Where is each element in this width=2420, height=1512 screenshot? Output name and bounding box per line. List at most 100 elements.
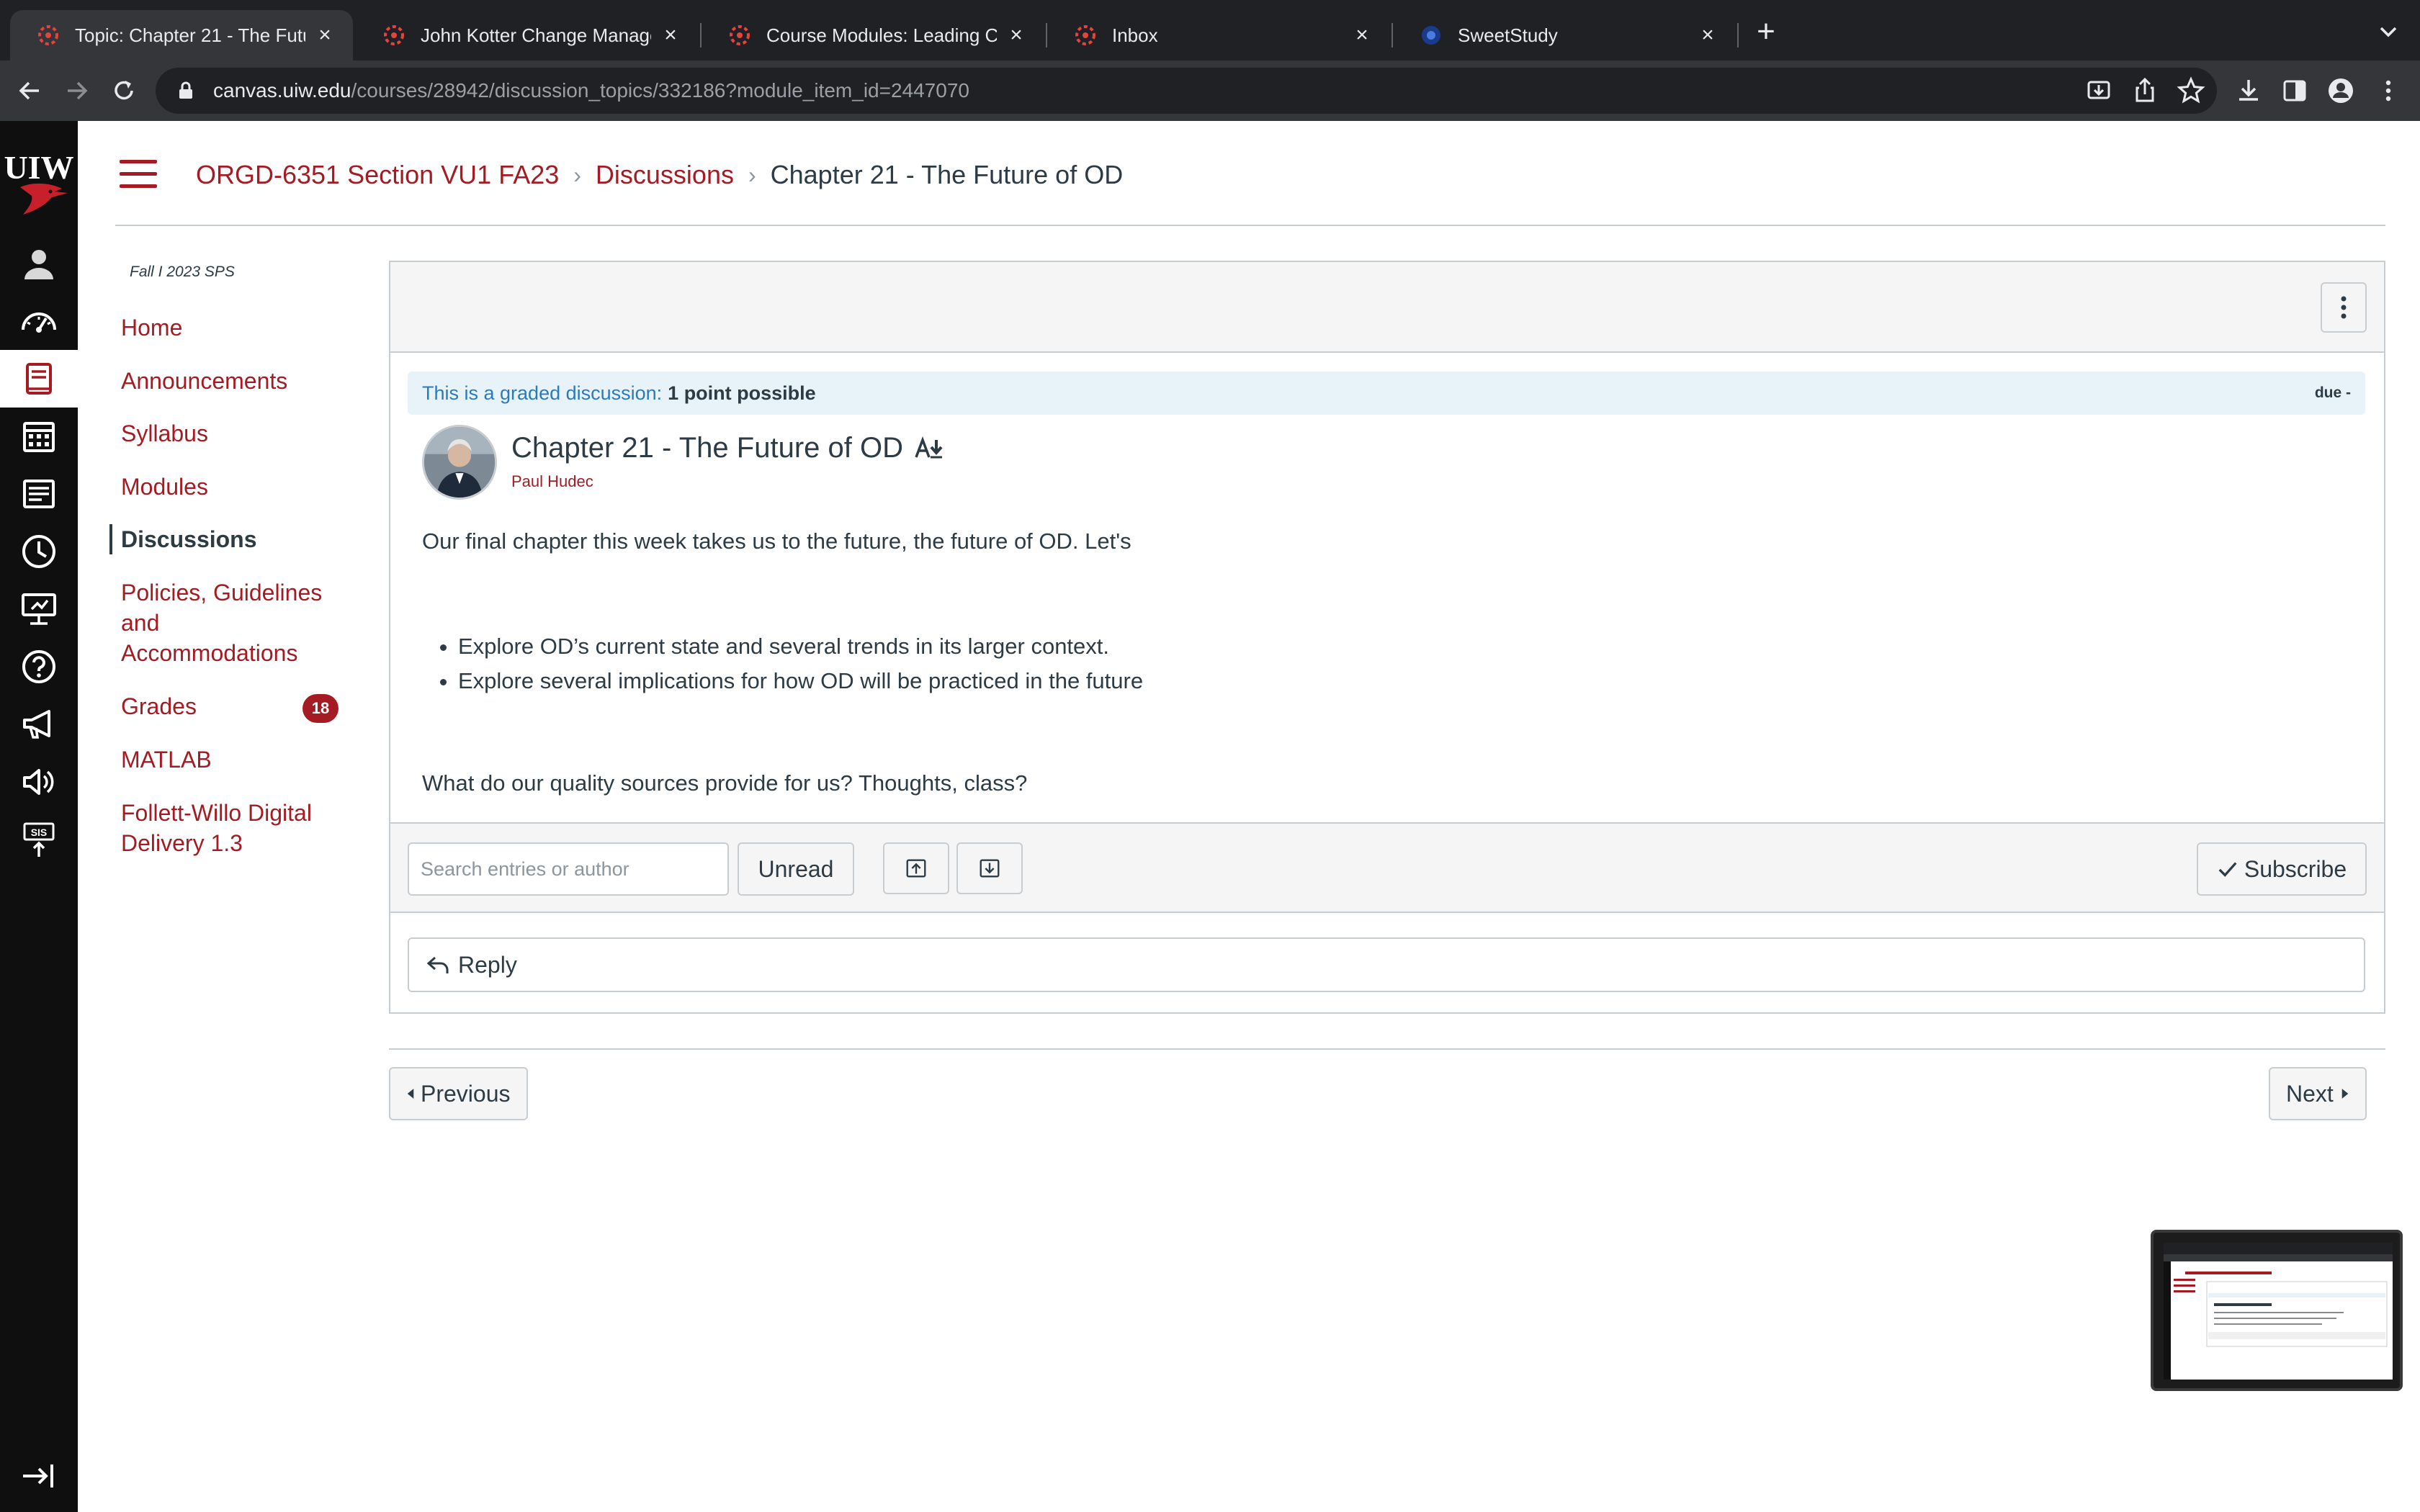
tab-title: Inbox [1112,24,1158,46]
close-icon[interactable]: × [1004,23,1028,48]
course-nav-matlab[interactable]: MATLAB [112,744,343,775]
browser-tab[interactable]: John Kotter Change Management × [356,10,699,60]
new-tab-button[interactable]: + [1750,16,1782,48]
help-nav-item[interactable] [0,638,78,696]
tab-title: Topic: Chapter 21 - The Future of OD [75,24,305,46]
author-name[interactable]: Paul Hudec [511,472,593,491]
side-panel-icon[interactable] [2280,76,2309,105]
downloads-icon[interactable] [2234,76,2263,105]
discussion-topbar [390,262,2384,353]
canvas-favicon-icon [38,25,58,45]
install-app-icon[interactable] [2084,76,2113,105]
logo-text: UIW [4,149,73,186]
speaker-icon [23,769,54,795]
collapse-nav-button[interactable] [0,1447,78,1505]
profile-icon[interactable] [2326,76,2355,105]
close-icon[interactable]: × [1350,23,1374,48]
close-icon[interactable]: × [658,23,683,48]
calendar-icon [23,422,55,452]
course-nav-announcements[interactable]: Announcements [112,366,343,396]
mark-all-read-icon[interactable] [913,436,945,462]
courses-nav-item[interactable] [0,350,78,408]
term-label: Fall I 2023 SPS [130,264,235,280]
reply-label: Reply [458,951,517,978]
uiw-logo[interactable]: UIW [0,143,78,222]
collapse-icon [906,859,926,878]
graded-discussion-banner: This is a graded discussion: 1 point pos… [408,372,2365,415]
browser-tab[interactable]: SweetStudy × [1393,10,1736,60]
sweetstudy-favicon-icon [1422,26,1440,45]
more-vertical-icon[interactable] [2374,76,2403,105]
pager-divider [389,1048,2385,1050]
next-button[interactable]: Next [2269,1067,2367,1120]
previous-button[interactable]: Previous [389,1067,528,1120]
course-nav-modules[interactable]: Modules [112,472,343,502]
more-vertical-icon [2341,296,2347,319]
chevron-right-icon: › [573,161,581,188]
history-nav-item[interactable] [0,523,78,580]
browser-tab-active[interactable]: Topic: Chapter 21 - The Future of OD × [10,10,353,60]
url-domain: canvas.uiw.edu [213,79,351,102]
inbox-nav-item[interactable] [0,465,78,523]
list-item: Explore several implications for how OD … [458,664,1143,698]
tab-search-chevron-down-icon[interactable] [2375,19,2401,45]
caret-right-icon [2341,1089,2349,1099]
close-icon[interactable]: × [313,23,337,48]
author-avatar[interactable] [422,425,497,500]
announcements-nav-item[interactable] [0,696,78,753]
dashboard-icon [22,312,56,333]
history-clock-icon [22,535,55,568]
collapse-arrow-icon [23,1464,53,1488]
close-icon[interactable]: × [1695,23,1720,48]
megaphone-icon [23,710,50,739]
discussion-panel: This is a graded discussion: 1 point pos… [389,261,2385,1014]
previous-label: Previous [421,1080,511,1107]
sis-icon: SIS [23,822,55,857]
expand-icon [980,859,1000,878]
share-icon[interactable] [2130,76,2159,105]
course-nav-follett[interactable]: Follett-Willo Digital Delivery 1.3 [112,798,328,858]
checkmark-icon [2218,862,2237,877]
studio-nav-item[interactable] [0,580,78,638]
course-nav-home[interactable]: Home [112,312,343,343]
dashboard-nav-item[interactable] [0,292,78,350]
browser-toolbar: canvas.uiw.edu/courses/28942/discussion_… [0,60,2420,121]
browser-tab[interactable]: Course Modules: Leading Change × [702,10,1044,60]
hamburger-menu-icon[interactable] [120,160,157,189]
back-arrow-icon[interactable] [14,75,46,107]
discussion-intro: Our final chapter this week takes us to … [422,528,1131,554]
discussion-options-button[interactable] [2321,282,2367,333]
search-entries-input[interactable] [408,842,729,896]
inbox-icon [23,480,55,508]
subscribe-button[interactable]: Subscribe [2197,842,2367,896]
unread-filter-button[interactable]: Unread [738,842,854,896]
accessibility-nav-item[interactable] [0,753,78,811]
address-bar[interactable]: canvas.uiw.edu/courses/28942/discussion_… [156,68,2217,114]
reply-button[interactable]: Reply [408,937,2365,992]
bookmark-star-icon[interactable] [2177,76,2205,105]
course-nav-grades[interactable]: Grades 18 [112,691,343,723]
browser-tab[interactable]: Inbox × [1047,10,1390,60]
course-nav-discussions[interactable]: Discussions [109,524,340,554]
uiw-cardinal-logo-icon: UIW [4,149,74,215]
global-navigation: UIW SIS [0,121,78,1512]
author-photo-icon [424,427,495,498]
forward-arrow-icon[interactable] [60,75,92,107]
canvas-favicon-icon [730,25,750,45]
discussion-title-text: Chapter 21 - The Future of OD [511,432,903,464]
reload-icon[interactable] [108,75,140,107]
account-icon [24,250,53,279]
collapse-replies-button[interactable] [883,842,949,894]
sis-nav-item[interactable]: SIS [0,811,78,868]
courses-icon [26,363,52,395]
expand-replies-button[interactable] [956,842,1023,894]
calendar-nav-item[interactable] [0,408,78,465]
breadcrumb-course-link[interactable]: ORGD-6351 Section VU1 FA23 [196,160,559,190]
graded-label: This is a graded discussion: [422,382,663,404]
account-nav-item[interactable] [0,235,78,292]
url-path: /courses/28942/discussion_topics/332186?… [351,79,969,102]
course-nav-syllabus[interactable]: Syllabus [112,418,343,449]
course-nav-policies[interactable]: Policies, Guidelines and Accommodations [112,577,328,668]
screenshot-preview-thumbnail[interactable] [2151,1230,2403,1391]
breadcrumb-discussions-link[interactable]: Discussions [596,160,734,190]
